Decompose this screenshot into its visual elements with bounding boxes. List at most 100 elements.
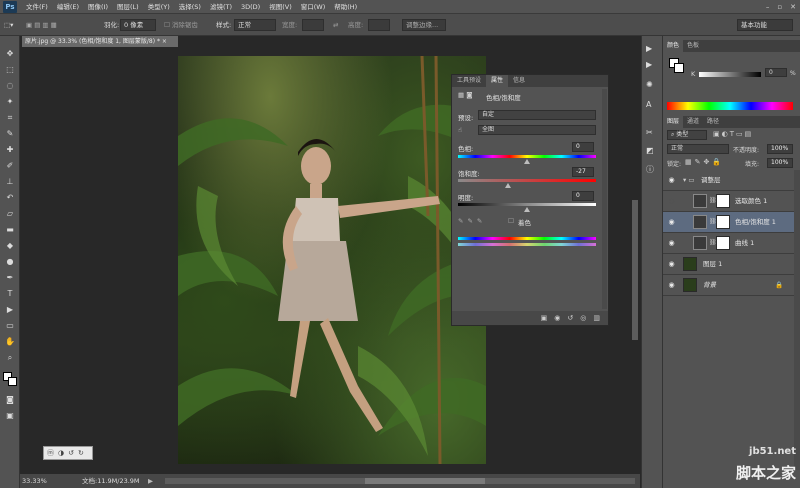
- clip-to-layer-icon[interactable]: ▣: [541, 311, 548, 325]
- close-window-button[interactable]: ✕: [790, 0, 796, 14]
- type-tool-icon[interactable]: T: [3, 288, 17, 300]
- actions-icon[interactable]: ▶: [646, 60, 652, 69]
- vertical-scrollbar[interactable]: [632, 200, 638, 340]
- k-value[interactable]: 0: [765, 68, 787, 77]
- antialias-checkbox[interactable]: ☐ 消除锯齿: [164, 18, 198, 32]
- document-tab[interactable]: 原片.jpg @ 33.3% (色相/饱和度 1, 图层蒙版/8) * ×: [22, 36, 178, 47]
- maximize-button[interactable]: ▫: [777, 0, 782, 14]
- menu-help[interactable]: 帮助(H): [334, 0, 357, 14]
- tab-tool-presets[interactable]: 工具预设: [452, 75, 486, 87]
- color-icon[interactable]: ✺: [646, 80, 653, 89]
- menu-filter[interactable]: 滤镜(T): [210, 0, 232, 14]
- scroll-thumb[interactable]: [365, 478, 485, 484]
- menu-file[interactable]: 文件(F): [26, 0, 48, 14]
- adjustments-icon[interactable]: ◩: [646, 146, 654, 155]
- tab-channels[interactable]: 通道: [683, 116, 703, 128]
- info-icon[interactable]: ⓘ: [646, 164, 654, 175]
- properties-scrollbar[interactable]: [602, 89, 607, 309]
- width-input[interactable]: [302, 19, 324, 31]
- history-icon[interactable]: ▶: [646, 44, 652, 53]
- mask-link-icon[interactable]: ⛓: [709, 194, 717, 208]
- tab-color[interactable]: 颜色: [663, 40, 684, 52]
- dodge-tool-icon[interactable]: ●: [3, 256, 17, 268]
- tab-swatches[interactable]: 色板: [683, 40, 703, 52]
- visibility-eye-icon[interactable]: ◉: [667, 281, 676, 290]
- eraser-tool-icon[interactable]: ▱: [3, 208, 17, 220]
- horizontal-scrollbar[interactable]: [165, 478, 635, 484]
- layer-mask-thumb[interactable]: [716, 236, 730, 250]
- hue-value[interactable]: 0: [572, 142, 594, 152]
- layer-row[interactable]: ◉ 图层 1: [663, 254, 794, 275]
- menu-edit[interactable]: 编辑(E): [57, 0, 79, 14]
- style-select[interactable]: 正常: [234, 19, 276, 31]
- quick-mask-icon[interactable]: ◙: [3, 394, 17, 406]
- delete-icon[interactable]: ▥: [593, 311, 600, 325]
- lightness-slider[interactable]: [524, 207, 530, 212]
- reset-icon[interactable]: ↺: [567, 311, 573, 325]
- magic-wand-icon[interactable]: ✦: [3, 96, 17, 108]
- pen-tool-icon[interactable]: ✒: [3, 272, 17, 284]
- healing-brush-icon[interactable]: ✚: [3, 144, 17, 156]
- lasso-tool-icon[interactable]: ◌: [3, 80, 17, 92]
- color-ramp[interactable]: [667, 102, 793, 110]
- blend-mode-select[interactable]: 正常: [667, 144, 729, 154]
- menu-layer[interactable]: 图层(L): [117, 0, 139, 14]
- menu-image[interactable]: 图像(I): [88, 0, 108, 14]
- zoom-level[interactable]: 33.33%: [22, 474, 47, 488]
- eyedropper-icons[interactable]: ✎✎✎: [458, 217, 486, 225]
- mini-tool-2-icon[interactable]: ◑: [58, 449, 64, 457]
- mask-link-icon[interactable]: ⛓: [709, 215, 717, 229]
- menu-type[interactable]: 类型(Y): [148, 0, 170, 14]
- layer-kind-filter[interactable]: ⌕ 类型: [667, 130, 707, 140]
- gradient-tool-icon[interactable]: ▬: [3, 224, 17, 236]
- layer-mask-thumb[interactable]: [716, 215, 730, 229]
- undo-icon[interactable]: ↺: [68, 449, 74, 457]
- clone-stamp-icon[interactable]: ⊥: [3, 176, 17, 188]
- group-expand-icon[interactable]: ▾ ▭: [683, 170, 694, 191]
- blur-tool-icon[interactable]: ◆: [3, 240, 17, 252]
- k-slider[interactable]: [699, 72, 761, 77]
- view-previous-icon[interactable]: ◉: [554, 311, 560, 325]
- visibility-eye-icon[interactable]: ◉: [667, 197, 676, 206]
- selection-mode-icons[interactable]: ▣ ▤ ▥ ▦: [26, 18, 57, 32]
- visibility-eye-icon[interactable]: ◉: [667, 218, 676, 227]
- crop-tool-icon[interactable]: ⌗: [3, 112, 17, 124]
- layer-row-selected[interactable]: ◉ ⛓ 色相/饱和度 1: [663, 212, 794, 233]
- colorize-checkbox[interactable]: ☐: [508, 217, 514, 225]
- fill-value[interactable]: 100%: [767, 158, 793, 168]
- visibility-icon[interactable]: ◎: [580, 311, 586, 325]
- redo-icon[interactable]: ↻: [78, 449, 84, 457]
- tab-paths[interactable]: 路径: [703, 116, 723, 128]
- background-color-swatch[interactable]: [8, 377, 17, 386]
- visibility-eye-icon[interactable]: ◉: [667, 176, 676, 185]
- feather-input[interactable]: 0 像素: [120, 19, 156, 31]
- move-tool-icon[interactable]: ✥: [3, 48, 17, 60]
- close-doc-icon[interactable]: ×: [162, 38, 167, 45]
- layer-row[interactable]: ◉ ⛓ 曲线 1: [663, 233, 794, 254]
- status-arrow-icon[interactable]: ▶: [148, 474, 153, 488]
- brush-tool-icon[interactable]: ✐: [3, 160, 17, 172]
- menu-view[interactable]: 视图(V): [269, 0, 292, 14]
- layer-mask-thumb[interactable]: [716, 194, 730, 208]
- character-icon[interactable]: A: [646, 100, 651, 109]
- target-adjust-icon[interactable]: ☝: [458, 126, 462, 134]
- eyedropper-icon[interactable]: ✎: [3, 128, 17, 140]
- mask-link-icon[interactable]: ⛓: [709, 236, 717, 250]
- minimize-button[interactable]: –: [766, 0, 770, 14]
- tab-properties[interactable]: 属性: [486, 75, 509, 87]
- layer-group-row[interactable]: ◉ ▾ ▭ 调整层: [663, 170, 794, 191]
- lightness-value[interactable]: 0: [572, 191, 594, 201]
- history-brush-icon[interactable]: ↶: [3, 192, 17, 204]
- lock-icons[interactable]: ▦✎✥🔒: [685, 158, 724, 166]
- height-input[interactable]: [368, 19, 390, 31]
- marquee-tool-icon[interactable]: ⬚▾: [4, 18, 13, 32]
- layer-row[interactable]: ◉ ⛓ 选取颜色 1: [663, 191, 794, 212]
- screen-mode-icon[interactable]: ▣: [3, 410, 17, 422]
- opacity-value[interactable]: 100%: [767, 144, 793, 154]
- hue-slider[interactable]: [524, 159, 530, 164]
- marquee-tool-icon[interactable]: ⬚: [3, 64, 17, 76]
- menu-3d[interactable]: 3D(D): [241, 0, 260, 14]
- swap-icon[interactable]: ⇄: [333, 18, 338, 32]
- path-select-icon[interactable]: ▶: [3, 304, 17, 316]
- document-image[interactable]: [178, 56, 486, 464]
